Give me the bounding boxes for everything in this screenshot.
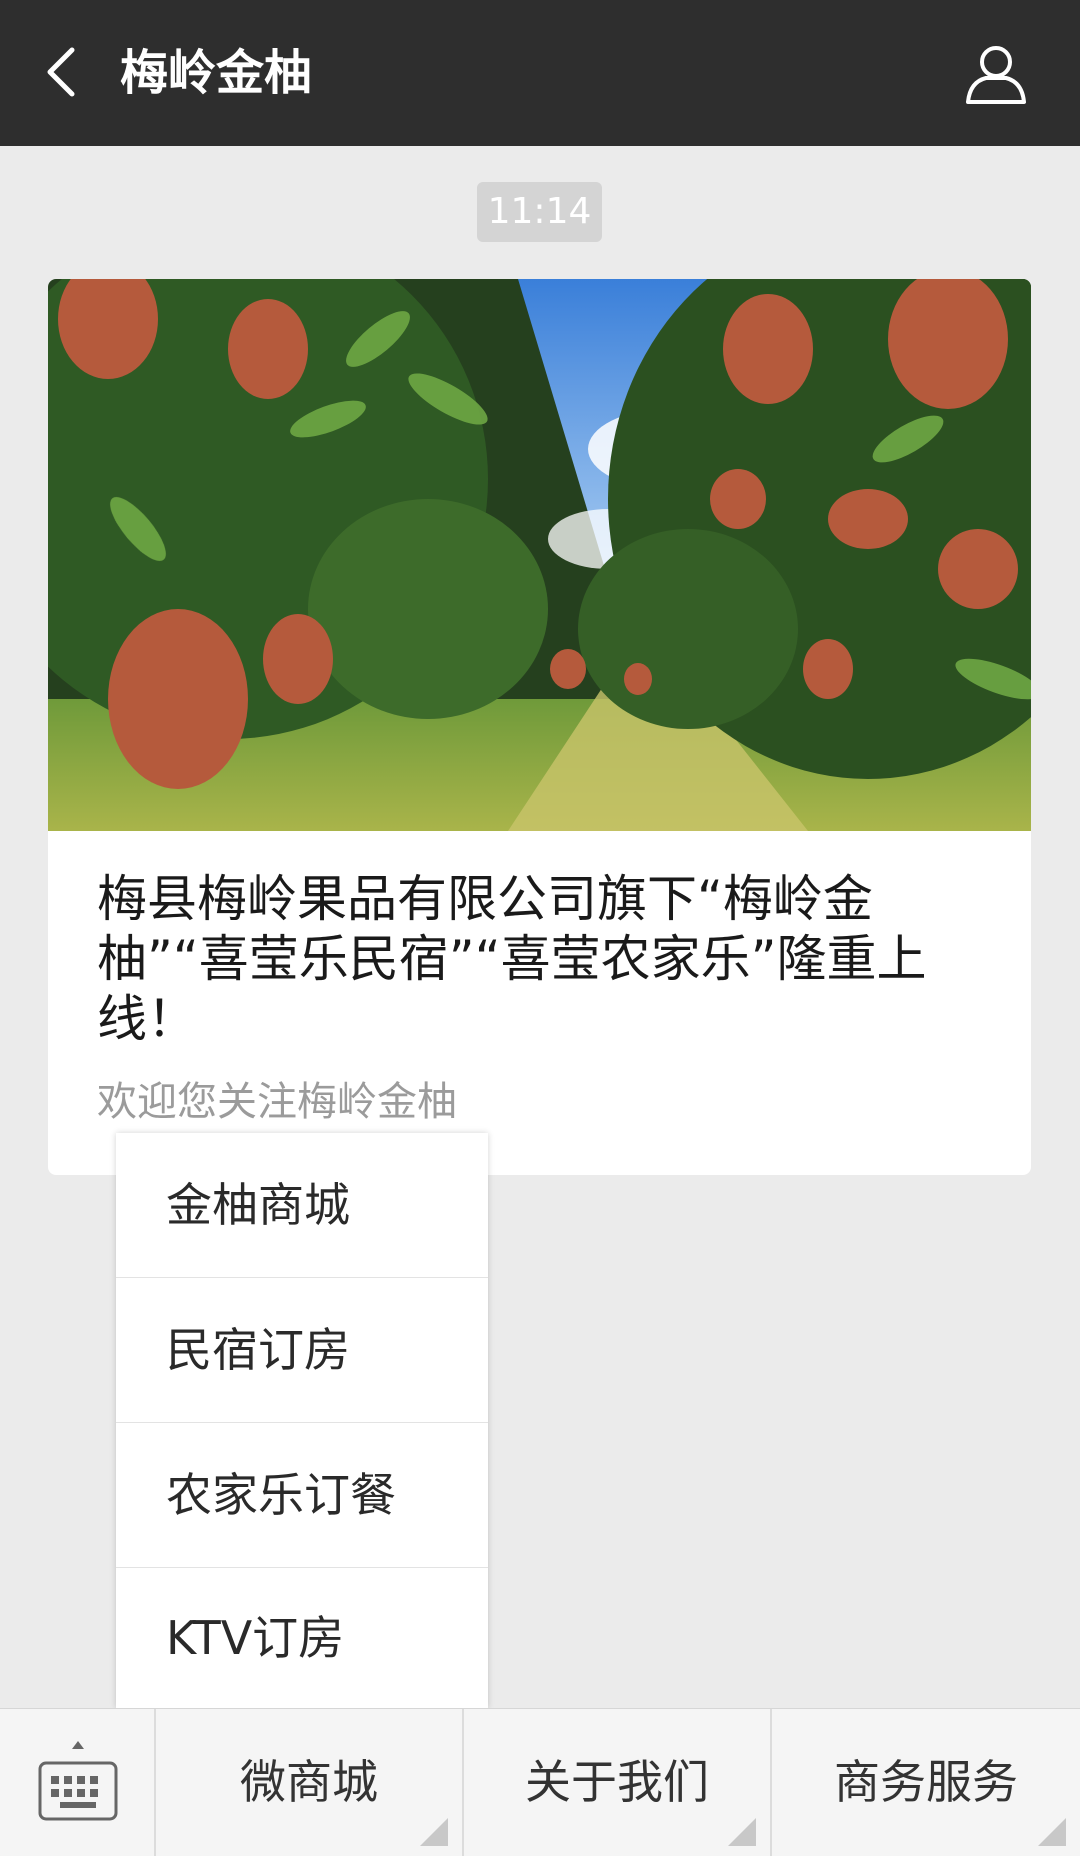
- menu-item-ktv-booking[interactable]: KTV订房: [116, 1568, 488, 1708]
- submenu-indicator-icon: [420, 1818, 448, 1846]
- chevron-left-icon[interactable]: [38, 42, 88, 102]
- tab-business-services[interactable]: 商务服务: [772, 1709, 1080, 1856]
- page-title: 梅岭金柚: [120, 45, 313, 101]
- title-bar: 梅岭金柚: [0, 0, 1080, 146]
- submenu-indicator-icon: [728, 1818, 756, 1846]
- article-card[interactable]: 梅县梅岭果品有限公司旗下“梅岭金柚”“喜莹乐民宿”“喜莹农家乐”隆重上线！: [48, 279, 1031, 1175]
- keyboard-toggle-button[interactable]: [0, 1709, 154, 1856]
- tab-micro-mall-label: 微商城: [240, 1755, 378, 1809]
- menu-item-farmstay-dining[interactable]: 农家乐订餐: [116, 1423, 488, 1567]
- submenu-indicator-icon: [1038, 1818, 1066, 1846]
- tab-about-us[interactable]: 关于我们: [464, 1709, 770, 1856]
- menu-item-homestay-booking[interactable]: 民宿订房: [116, 1278, 488, 1422]
- timestamp-badge: 11:14: [477, 182, 602, 242]
- tab-business-services-label: 商务服务: [834, 1755, 1018, 1809]
- bottom-menu-bar: 微商城 关于我们 商务服务: [0, 1708, 1080, 1856]
- article-title: 梅县梅岭果品有限公司旗下“梅岭金柚”“喜莹乐民宿”“喜莹农家乐”隆重上线！: [97, 870, 927, 1048]
- orchard-photo: [48, 279, 1031, 831]
- menu-item-jinyou-mall[interactable]: 金柚商城: [116, 1133, 488, 1277]
- person-icon[interactable]: [962, 40, 1030, 108]
- tab-about-us-label: 关于我们: [525, 1755, 709, 1809]
- popup-menu: 金柚商城 民宿订房 农家乐订餐 KTV订房: [116, 1133, 488, 1708]
- tab-micro-mall[interactable]: 微商城: [156, 1709, 462, 1856]
- article-subtitle: 欢迎您关注梅岭金柚: [97, 1079, 457, 1125]
- keyboard-icon: [38, 1741, 118, 1821]
